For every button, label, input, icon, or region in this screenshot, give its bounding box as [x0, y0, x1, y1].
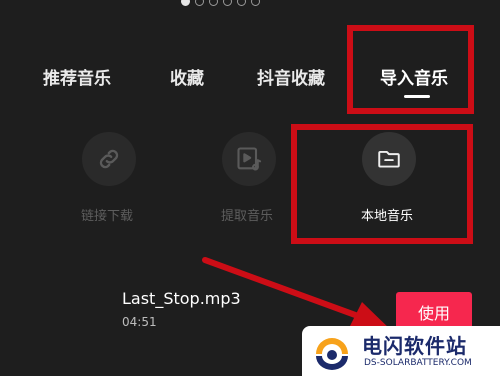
song-name: Last_Stop.mp3 — [122, 289, 241, 308]
watermark: 电闪软件站 DS-SOLARBATTERY.COM — [302, 326, 500, 376]
watermark-subtitle: DS-SOLARBATTERY.COM — [364, 358, 472, 368]
song-duration: 04:51 — [122, 315, 157, 329]
watermark-logo-icon — [316, 338, 348, 370]
watermark-title: 电闪软件站 — [362, 334, 467, 358]
